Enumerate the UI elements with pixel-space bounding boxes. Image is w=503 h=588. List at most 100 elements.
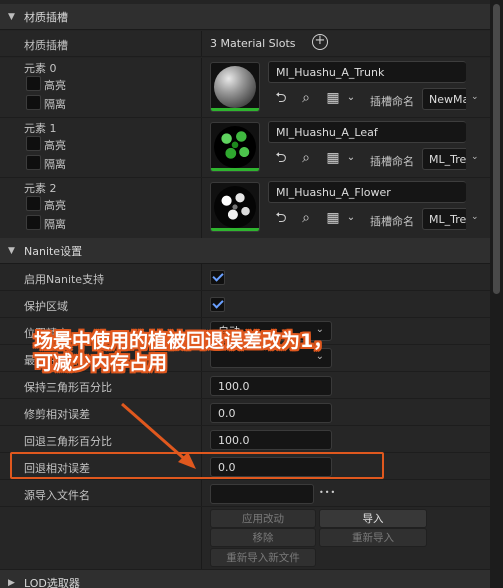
fallback-triangle-percent-label: 回退三角形百分比 [24,435,112,448]
slot-name-field[interactable]: ML_Tre [422,208,466,230]
material-element-row-0: 元素 0 高亮 隔离 MI_Huashu_A_Trunk ⮌ ⌕ ▦ ⌄ 插槽命… [0,58,490,118]
material-element-row-2: 元素 2 高亮 隔离 MI_Huashu_A_Flower ⮌ ⌕ ▦ ⌄ 插槽… [0,178,490,240]
annotation-highlight-box [10,452,384,479]
thumbnail-status-bar [211,168,259,171]
nanite-enable-checkbox[interactable] [210,270,225,285]
column-divider [201,291,202,317]
material-thumbnail[interactable] [210,182,260,232]
reimport-button[interactable]: 重新导入 [319,528,427,547]
isolate-checkbox[interactable] [26,215,41,230]
slot-name-label: 插槽命名 [370,95,414,108]
details-panel: ▼ 材质插槽 材质插槽 3 Material Slots + 元素 0 高亮 隔… [0,0,490,588]
nanite-section-header[interactable]: ▼ Nanite设置 [0,238,490,264]
isolate-checkbox[interactable] [26,155,41,170]
nanite-actions-row: 应用改动 导入 移除 重新导入 重新导入新文件 [0,507,490,570]
material-element-row-1: 元素 1 高亮 隔离 MI_Huashu_A_Leaf ⮌ ⌕ ▦ ⌄ 插槽命名… [0,118,490,178]
use-selected-icon[interactable]: ⮌ [273,210,289,226]
reimport-new-file-button[interactable]: 重新导入新文件 [210,548,316,567]
material-slots-section-header[interactable]: ▼ 材质插槽 [0,4,490,30]
remove-button[interactable]: 移除 [210,528,316,547]
column-divider [201,178,202,239]
chevron-right-icon: ▶ [8,577,15,588]
preserve-area-checkbox[interactable] [210,297,225,312]
source-import-row: 源导入文件名 ••• [0,480,490,507]
browse-asset-icon[interactable]: ⌕ [298,210,314,226]
material-thumbnail[interactable] [210,62,260,112]
material-thumbnail[interactable] [210,122,260,172]
scrollbar-thumb[interactable] [493,4,500,294]
trim-relative-error-row: 修剪相对误差 0.0 [0,399,490,426]
chevron-down-icon[interactable]: ⌄ [343,90,359,106]
column-divider [201,31,202,56]
column-divider [201,399,202,425]
material-asset-picker[interactable]: MI_Huashu_A_Flower [268,181,466,203]
isolate-label: 隔离 [44,218,66,231]
chevron-down-icon[interactable]: ⌄ [343,210,359,226]
checker-icon[interactable]: ▦ [325,90,341,106]
material-asset-picker[interactable]: MI_Huashu_A_Leaf [268,121,466,143]
column-divider [201,372,202,398]
chevron-down-icon: ▼ [8,245,15,256]
slot-name-field[interactable]: ML_Tre [422,148,466,170]
material-slots-row: 材质插槽 3 Material Slots + [0,31,490,57]
keep-triangle-percent-input[interactable]: 100.0 [210,376,332,396]
keep-triangle-percent-label: 保持三角形百分比 [24,381,112,394]
source-import-label: 源导入文件名 [24,489,90,502]
isolate-label: 隔离 [44,98,66,111]
use-selected-icon[interactable]: ⮌ [273,90,289,106]
column-divider [201,507,202,569]
chevron-down-icon[interactable]: ⌄ [471,212,479,222]
material-asset-picker[interactable]: MI_Huashu_A_Trunk [268,61,466,83]
checker-icon[interactable]: ▦ [325,210,341,226]
nanite-enable-label: 启用Nanite支持 [24,273,105,286]
annotation-text: 场景中使用的植被回退误差改为1，可减少内存占用 [34,330,333,374]
browse-more-button[interactable]: ••• [319,488,336,497]
highlight-checkbox[interactable] [26,196,41,211]
add-slot-icon[interactable]: + [312,34,328,50]
column-divider [201,118,202,177]
section-title: Nanite设置 [24,244,83,258]
highlight-label: 高亮 [44,139,66,152]
chevron-down-icon[interactable]: ⌄ [471,92,479,102]
element-label: 元素 1 [24,122,57,135]
trim-relative-error-input[interactable]: 0.0 [210,403,332,423]
slot-name-label: 插槽命名 [370,155,414,168]
fallback-triangle-percent-row: 回退三角形百分比 100.0 [0,426,490,453]
column-divider [201,426,202,452]
highlight-label: 高亮 [44,79,66,92]
column-divider [201,264,202,290]
leaf-material-preview-icon [214,126,256,168]
import-button[interactable]: 导入 [319,509,427,528]
fallback-triangle-percent-input[interactable]: 100.0 [210,430,332,450]
element-label: 元素 0 [24,62,57,75]
use-selected-icon[interactable]: ⮌ [273,150,289,166]
isolate-checkbox[interactable] [26,95,41,110]
column-divider [201,58,202,117]
isolate-label: 隔离 [44,158,66,171]
highlight-checkbox[interactable] [26,76,41,91]
material-slots-label: 材质插槽 [24,39,68,52]
trim-relative-error-label: 修剪相对误差 [24,408,90,421]
thumbnail-status-bar [211,108,259,111]
flower-material-preview-icon [214,186,256,228]
highlight-checkbox[interactable] [26,136,41,151]
section-title: 材质插槽 [24,10,68,24]
thumbnail-status-bar [211,228,259,231]
keep-triangle-percent-row: 保持三角形百分比 100.0 [0,372,490,399]
chevron-down-icon: ▼ [8,11,15,22]
preserve-area-label: 保护区域 [24,300,68,313]
checker-icon[interactable]: ▦ [325,150,341,166]
source-import-input[interactable] [210,484,314,504]
column-divider [201,480,202,506]
apply-changes-button[interactable]: 应用改动 [210,509,316,528]
slot-name-field[interactable]: NewMa [422,88,466,110]
chevron-down-icon[interactable]: ⌄ [343,150,359,166]
lod-section-header[interactable]: ▶ LOD选取器 [0,570,490,588]
preserve-area-row: 保护区域 [0,291,490,318]
browse-asset-icon[interactable]: ⌕ [298,150,314,166]
chevron-down-icon[interactable]: ⌄ [471,152,479,162]
browse-asset-icon[interactable]: ⌕ [298,90,314,106]
material-slots-count: 3 Material Slots [210,37,296,50]
element-label: 元素 2 [24,182,57,195]
trunk-material-preview-icon [214,66,256,108]
